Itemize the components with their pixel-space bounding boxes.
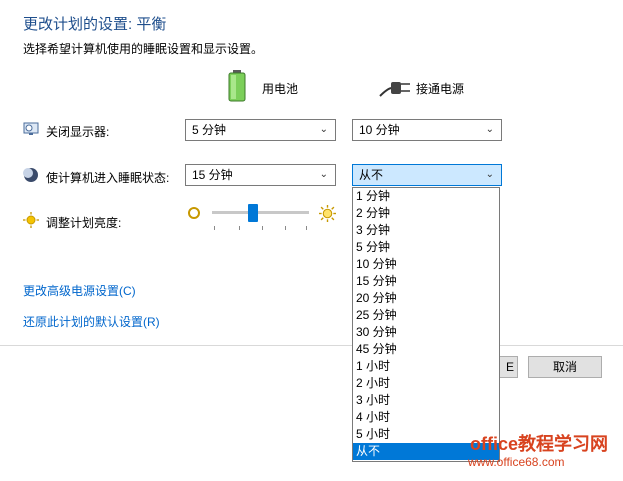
sleep-label: 使计算机进入睡眠状态:	[46, 171, 170, 185]
dropdown-option[interactable]: 3 小时	[353, 392, 499, 409]
dropdown-option[interactable]: 1 分钟	[353, 188, 499, 205]
slider-tick	[239, 226, 240, 230]
restore-defaults-link[interactable]: 还原此计划的默认设置(R)	[23, 313, 160, 330]
plugged-in-column-label: 接通电源	[416, 82, 465, 96]
dropdown-option[interactable]: 15 分钟	[353, 273, 499, 290]
watermark-url: www.office68.com	[468, 455, 565, 469]
sleep-plugged-value: 从不	[359, 168, 384, 182]
chevron-down-icon: ⌄	[485, 169, 494, 180]
brightness-slider-track[interactable]	[212, 211, 309, 214]
display-off-battery-select[interactable]: 5 分钟 ⌄	[185, 119, 336, 141]
battery-column-label: 用电池	[262, 82, 299, 96]
sun-icon	[23, 212, 39, 233]
dropdown-option[interactable]: 10 分钟	[353, 256, 499, 273]
dropdown-option[interactable]: 4 小时	[353, 409, 499, 426]
brightness-label: 调整计划亮度:	[46, 216, 122, 230]
display-off-battery-value: 5 分钟	[192, 123, 227, 137]
slider-tick	[306, 226, 307, 230]
display-off-label: 关闭显示器:	[46, 125, 110, 139]
chevron-down-icon: ⌄	[319, 124, 328, 135]
divider	[0, 345, 623, 346]
dropdown-option[interactable]: 1 小时	[353, 358, 499, 375]
chevron-down-icon: ⌄	[319, 169, 328, 180]
battery-icon	[228, 70, 246, 107]
display-off-plugged-select[interactable]: 10 分钟 ⌄	[352, 119, 502, 141]
slider-tick	[262, 226, 263, 230]
sleep-plugged-select[interactable]: 从不 ⌄	[352, 164, 502, 186]
dropdown-option[interactable]: 20 分钟	[353, 290, 499, 307]
brightness-slider-thumb[interactable]	[247, 204, 258, 222]
sleep-plugged-dropdown-list[interactable]: 1 分钟 2 分钟 3 分钟 5 分钟 10 分钟 15 分钟 20 分钟 25…	[352, 187, 500, 462]
dropdown-option[interactable]: 45 分钟	[353, 341, 499, 358]
display-off-plugged-value: 10 分钟	[359, 123, 400, 137]
slider-tick	[285, 226, 286, 230]
sleep-battery-value: 15 分钟	[192, 168, 233, 182]
page-title: 更改计划的设置: 平衡	[23, 16, 167, 33]
advanced-power-settings-link[interactable]: 更改高级电源设置(C)	[23, 282, 136, 299]
slider-tick	[214, 226, 215, 230]
dropdown-option[interactable]: 5 分钟	[353, 239, 499, 256]
brightness-high-icon	[319, 205, 336, 227]
dropdown-option[interactable]: 25 分钟	[353, 307, 499, 324]
cancel-button[interactable]: 取消	[528, 356, 602, 378]
monitor-icon	[23, 121, 39, 142]
sleep-battery-select[interactable]: 15 分钟 ⌄	[185, 164, 336, 186]
page-subtitle: 选择希望计算机使用的睡眠设置和显示设置。	[23, 42, 264, 56]
dropdown-option[interactable]: 2 小时	[353, 375, 499, 392]
chevron-down-icon: ⌄	[485, 124, 494, 135]
brightness-low-icon	[187, 206, 201, 225]
dropdown-option[interactable]: 30 分钟	[353, 324, 499, 341]
dropdown-option[interactable]: 2 分钟	[353, 205, 499, 222]
moon-icon	[23, 167, 39, 188]
dropdown-option[interactable]: 3 分钟	[353, 222, 499, 239]
watermark-title: office教程学习网	[470, 434, 609, 454]
power-plug-icon	[378, 74, 412, 105]
